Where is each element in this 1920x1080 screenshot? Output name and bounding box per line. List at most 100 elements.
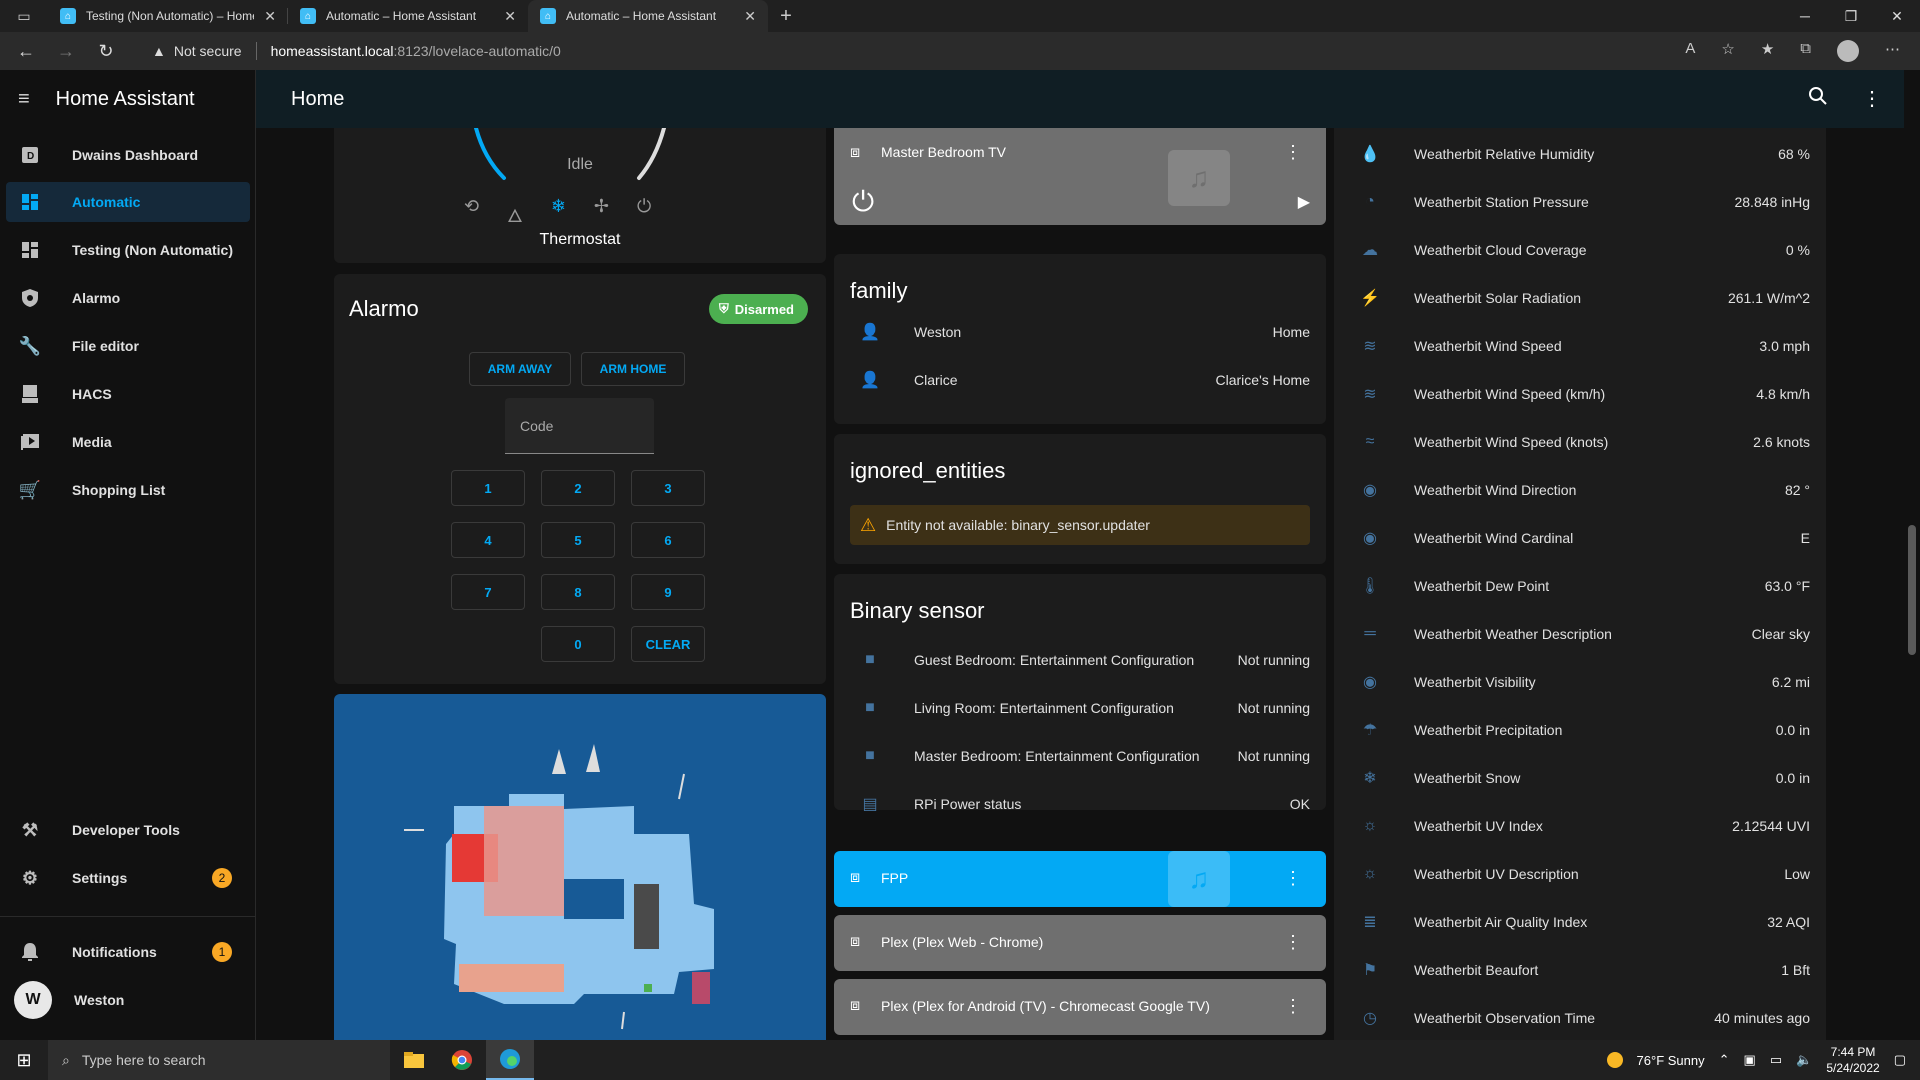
tab-actions-icon[interactable]: ▭: [0, 0, 48, 32]
more-icon[interactable]: ⋯: [1885, 40, 1900, 62]
weather-sensor-row[interactable]: ≋ Weatherbit Wind Speed (km/h) 4.8 km/h: [1358, 382, 1810, 406]
weather-sensor-row[interactable]: ❄ Weatherbit Snow 0.0 in: [1358, 766, 1810, 790]
notification-center-icon[interactable]: ▢: [1894, 1052, 1906, 1068]
close-tab-icon[interactable]: ✕: [264, 8, 276, 25]
keypad-2[interactable]: 2: [541, 470, 615, 506]
close-window-icon[interactable]: ✕: [1874, 8, 1920, 25]
sidebar-item-media[interactable]: Media: [6, 422, 250, 462]
media-player-master-bedroom-tv[interactable]: ⧈ Master Bedroom TV ⋮ ♫ ⏻ ▶: [834, 128, 1326, 225]
volume-icon[interactable]: 🔈: [1796, 1052, 1812, 1068]
fan-mode-icon[interactable]: ✢: [594, 196, 609, 233]
profile-icon[interactable]: [1837, 40, 1859, 62]
weather-sensor-row[interactable]: ◉ Weatherbit Wind Direction 82 °: [1358, 478, 1810, 502]
restore-icon[interactable]: ❐: [1828, 8, 1874, 25]
browser-tab-active[interactable]: ⌂ Automatic – Home Assistant ✕: [528, 0, 768, 32]
sidebar-item-automatic[interactable]: Automatic: [6, 182, 250, 222]
media-player-plex-android[interactable]: ⧈ Plex (Plex for Android (TV) - Chromeca…: [834, 979, 1326, 1035]
page-scrollbar[interactable]: [1904, 70, 1920, 1040]
weather-sensor-row[interactable]: ◷ Weatherbit Observation Time 40 minutes a…: [1358, 1006, 1810, 1030]
weather-sensor-row[interactable]: ⚑ Weatherbit Beaufort 1 Bft: [1358, 958, 1810, 982]
arm-away-button[interactable]: ARM AWAY: [469, 352, 571, 386]
new-tab-icon[interactable]: +: [768, 5, 804, 28]
sidebar-item-notifications[interactable]: Notifications 1: [6, 932, 250, 972]
keypad-4[interactable]: 4: [451, 522, 525, 558]
close-tab-icon[interactable]: ✕: [504, 8, 516, 25]
arm-home-button[interactable]: ARM HOME: [581, 352, 685, 386]
chrome-icon[interactable]: [438, 1040, 486, 1080]
weather-sensor-row[interactable]: ◉ Weatherbit Wind Cardinal E: [1358, 526, 1810, 550]
edge-icon[interactable]: [486, 1040, 534, 1080]
sidebar-item-profile[interactable]: W Weston: [6, 980, 250, 1020]
forward-icon[interactable]: →: [52, 41, 80, 62]
more-options-icon[interactable]: ⋮: [1284, 142, 1302, 163]
vacuum-map-card[interactable]: [334, 694, 826, 1040]
refresh-icon[interactable]: ↻: [92, 41, 120, 62]
security-label[interactable]: Not secure: [174, 43, 242, 59]
url-field[interactable]: ▲ Not secure homeassistant.local:8123/lo…: [152, 42, 1673, 60]
weather-sensor-row[interactable]: 💧 Weatherbit Relative Humidity 68 %: [1358, 142, 1810, 166]
browser-tab[interactable]: ⌂ Testing (Non Automatic) – Home Assista…: [48, 0, 288, 32]
taskbar-search[interactable]: ⌕ Type here to search: [48, 1040, 390, 1080]
sidebar-item-testing[interactable]: Testing (Non Automatic): [6, 230, 250, 270]
cool-mode-icon[interactable]: ❄: [551, 196, 566, 233]
auto-mode-icon[interactable]: ⟲: [464, 196, 479, 233]
close-tab-icon[interactable]: ✕: [744, 8, 756, 25]
weather-sensor-row[interactable]: ☼ Weatherbit UV Description Low: [1358, 862, 1810, 886]
keypad-9[interactable]: 9: [631, 574, 705, 610]
media-player-plex-web[interactable]: ⧈ Plex (Plex Web - Chrome) ⋮: [834, 915, 1326, 971]
weather-sensor-row[interactable]: ═ Weatherbit Weather Description Clear sky: [1358, 622, 1810, 646]
weather-sensor-row[interactable]: ≣ Weatherbit Air Quality Index 32 AQI: [1358, 910, 1810, 934]
keypad-7[interactable]: 7: [451, 574, 525, 610]
search-icon[interactable]: [1808, 86, 1828, 112]
read-aloud-icon[interactable]: A: [1685, 40, 1695, 62]
keypad-6[interactable]: 6: [631, 522, 705, 558]
sidebar-item-shopping-list[interactable]: 🛒 Shopping List: [6, 470, 250, 510]
code-input[interactable]: Code: [505, 398, 654, 454]
sidebar-item-dwains-dashboard[interactable]: D Dwains Dashboard: [6, 135, 250, 175]
media-browser-icon[interactable]: ▶: [1298, 192, 1310, 212]
sensor-row[interactable]: ■ Master Bedroom: Entertainment Configur…: [858, 744, 1310, 768]
sidebar-item-alarmo[interactable]: Alarmo: [6, 278, 250, 318]
sidebar-item-file-editor[interactable]: 🔧 File editor: [6, 326, 250, 366]
weather-sensor-row[interactable]: ☁ Weatherbit Cloud Coverage 0 %: [1358, 238, 1810, 262]
minimize-icon[interactable]: ─: [1782, 8, 1828, 25]
scrollbar-thumb[interactable]: [1908, 525, 1916, 655]
media-player-fpp[interactable]: ⧈ FPP ♫ ⋮: [834, 851, 1326, 907]
collections-icon[interactable]: ⧉: [1800, 40, 1811, 62]
sidebar-item-hacs[interactable]: HACS: [6, 374, 250, 414]
weather-sensor-row[interactable]: 🌡 Weatherbit Dew Point 63.0 °F: [1358, 574, 1810, 598]
taskbar-clock[interactable]: 7:44 PM 5/24/2022: [1826, 1044, 1879, 1076]
keypad-5[interactable]: 5: [541, 522, 615, 558]
battery-icon[interactable]: ▭: [1770, 1052, 1782, 1068]
weather-sensor-row[interactable]: ≋ Weatherbit Wind Speed 3.0 mph: [1358, 334, 1810, 358]
off-mode-icon[interactable]: ⏻: [637, 196, 651, 233]
sensor-row[interactable]: ▤ RPi Power status OK: [858, 792, 1310, 816]
more-options-icon[interactable]: ⋮: [1284, 932, 1302, 953]
url-text[interactable]: homeassistant.local:8123/lovelace-automa…: [271, 43, 561, 59]
overflow-menu-icon[interactable]: ⋮: [1862, 86, 1882, 112]
keypad-0[interactable]: 0: [541, 626, 615, 662]
favorites-icon[interactable]: ★: [1761, 40, 1774, 62]
meet-now-icon[interactable]: ▣: [1744, 1052, 1756, 1068]
add-favorite-icon[interactable]: ☆: [1721, 40, 1734, 62]
weather-sensor-row[interactable]: ☂ Weatherbit Precipitation 0.0 in: [1358, 718, 1810, 742]
sidebar-item-developer-tools[interactable]: ⚒ Developer Tools: [6, 810, 250, 850]
file-explorer-icon[interactable]: [390, 1040, 438, 1080]
weather-sensor-row[interactable]: ☼ Weatherbit UV Index 2.12544 UVI: [1358, 814, 1810, 838]
person-row[interactable]: 👤 Weston Home: [858, 320, 1310, 344]
keypad-8[interactable]: 8: [541, 574, 615, 610]
sidebar-item-settings[interactable]: ⚙ Settings 2: [6, 858, 250, 898]
weather-sensor-row[interactable]: ⚡ Weatherbit Solar Radiation 261.1 W/m^2: [1358, 286, 1810, 310]
more-options-icon[interactable]: ⋮: [1284, 868, 1302, 889]
power-icon[interactable]: ⏻: [852, 186, 874, 219]
taskbar-weather[interactable]: 76°F Sunny: [1637, 1053, 1705, 1068]
browser-tab[interactable]: ⌂ Automatic – Home Assistant ✕: [288, 0, 528, 32]
keypad-1[interactable]: 1: [451, 470, 525, 506]
menu-icon[interactable]: ≡: [18, 88, 30, 111]
heat-mode-icon[interactable]: 🜂: [507, 196, 523, 233]
keypad-3[interactable]: 3: [631, 470, 705, 506]
back-icon[interactable]: ←: [12, 41, 40, 62]
keypad-clear[interactable]: CLEAR: [631, 626, 705, 662]
windows-start-icon[interactable]: ⊞: [0, 1050, 48, 1071]
sensor-row[interactable]: ■ Living Room: Entertainment Configurati…: [858, 696, 1310, 720]
